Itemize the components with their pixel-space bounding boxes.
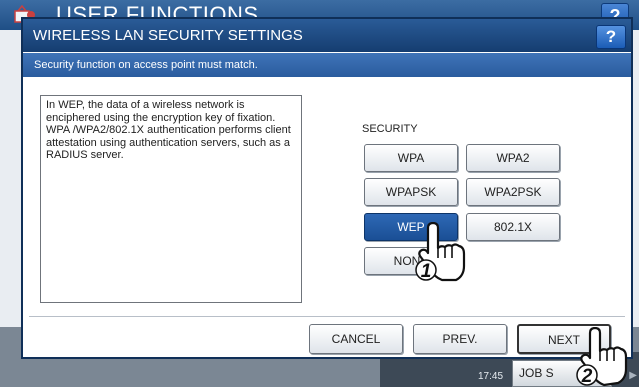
divider (29, 316, 625, 317)
dialog-title-bar: WIRELESS LAN SECURITY SETTINGS ? (23, 19, 631, 52)
dialog-help-button[interactable]: ? (596, 25, 626, 49)
security-label: SECURITY (362, 123, 418, 135)
step-1-label: 1 (421, 261, 432, 282)
prev-button[interactable]: PREV. (413, 324, 507, 354)
security-option-wpa2[interactable]: WPA2 (466, 144, 560, 172)
pointer-hand-icon: 1 (415, 222, 466, 282)
info-text: In WEP, the data of a wireless network i… (46, 99, 291, 161)
dialog-content: In WEP, the data of a wireless network i… (30, 83, 626, 313)
security-option-wpapsk[interactable]: WPAPSK (364, 178, 458, 206)
wireless-lan-security-dialog: WIRELESS LAN SECURITY SETTINGS ? Securit… (21, 17, 633, 359)
dialog-title: WIRELESS LAN SECURITY SETTINGS (33, 27, 303, 44)
security-option-8021x[interactable]: 802.1X (466, 213, 560, 241)
security-option-wpa2psk[interactable]: WPA2PSK (466, 178, 560, 206)
info-box: In WEP, the data of a wireless network i… (40, 95, 302, 303)
clock-time: 17:45 (478, 371, 504, 382)
pointer-hand-icon: 2 (576, 327, 628, 387)
cancel-button[interactable]: CANCEL (309, 324, 403, 354)
step-2-label: 2 (581, 366, 593, 387)
security-option-wpa[interactable]: WPA (364, 144, 458, 172)
message-bar: Security function on access point must m… (23, 53, 631, 77)
message-text: Security function on access point must m… (34, 59, 258, 71)
